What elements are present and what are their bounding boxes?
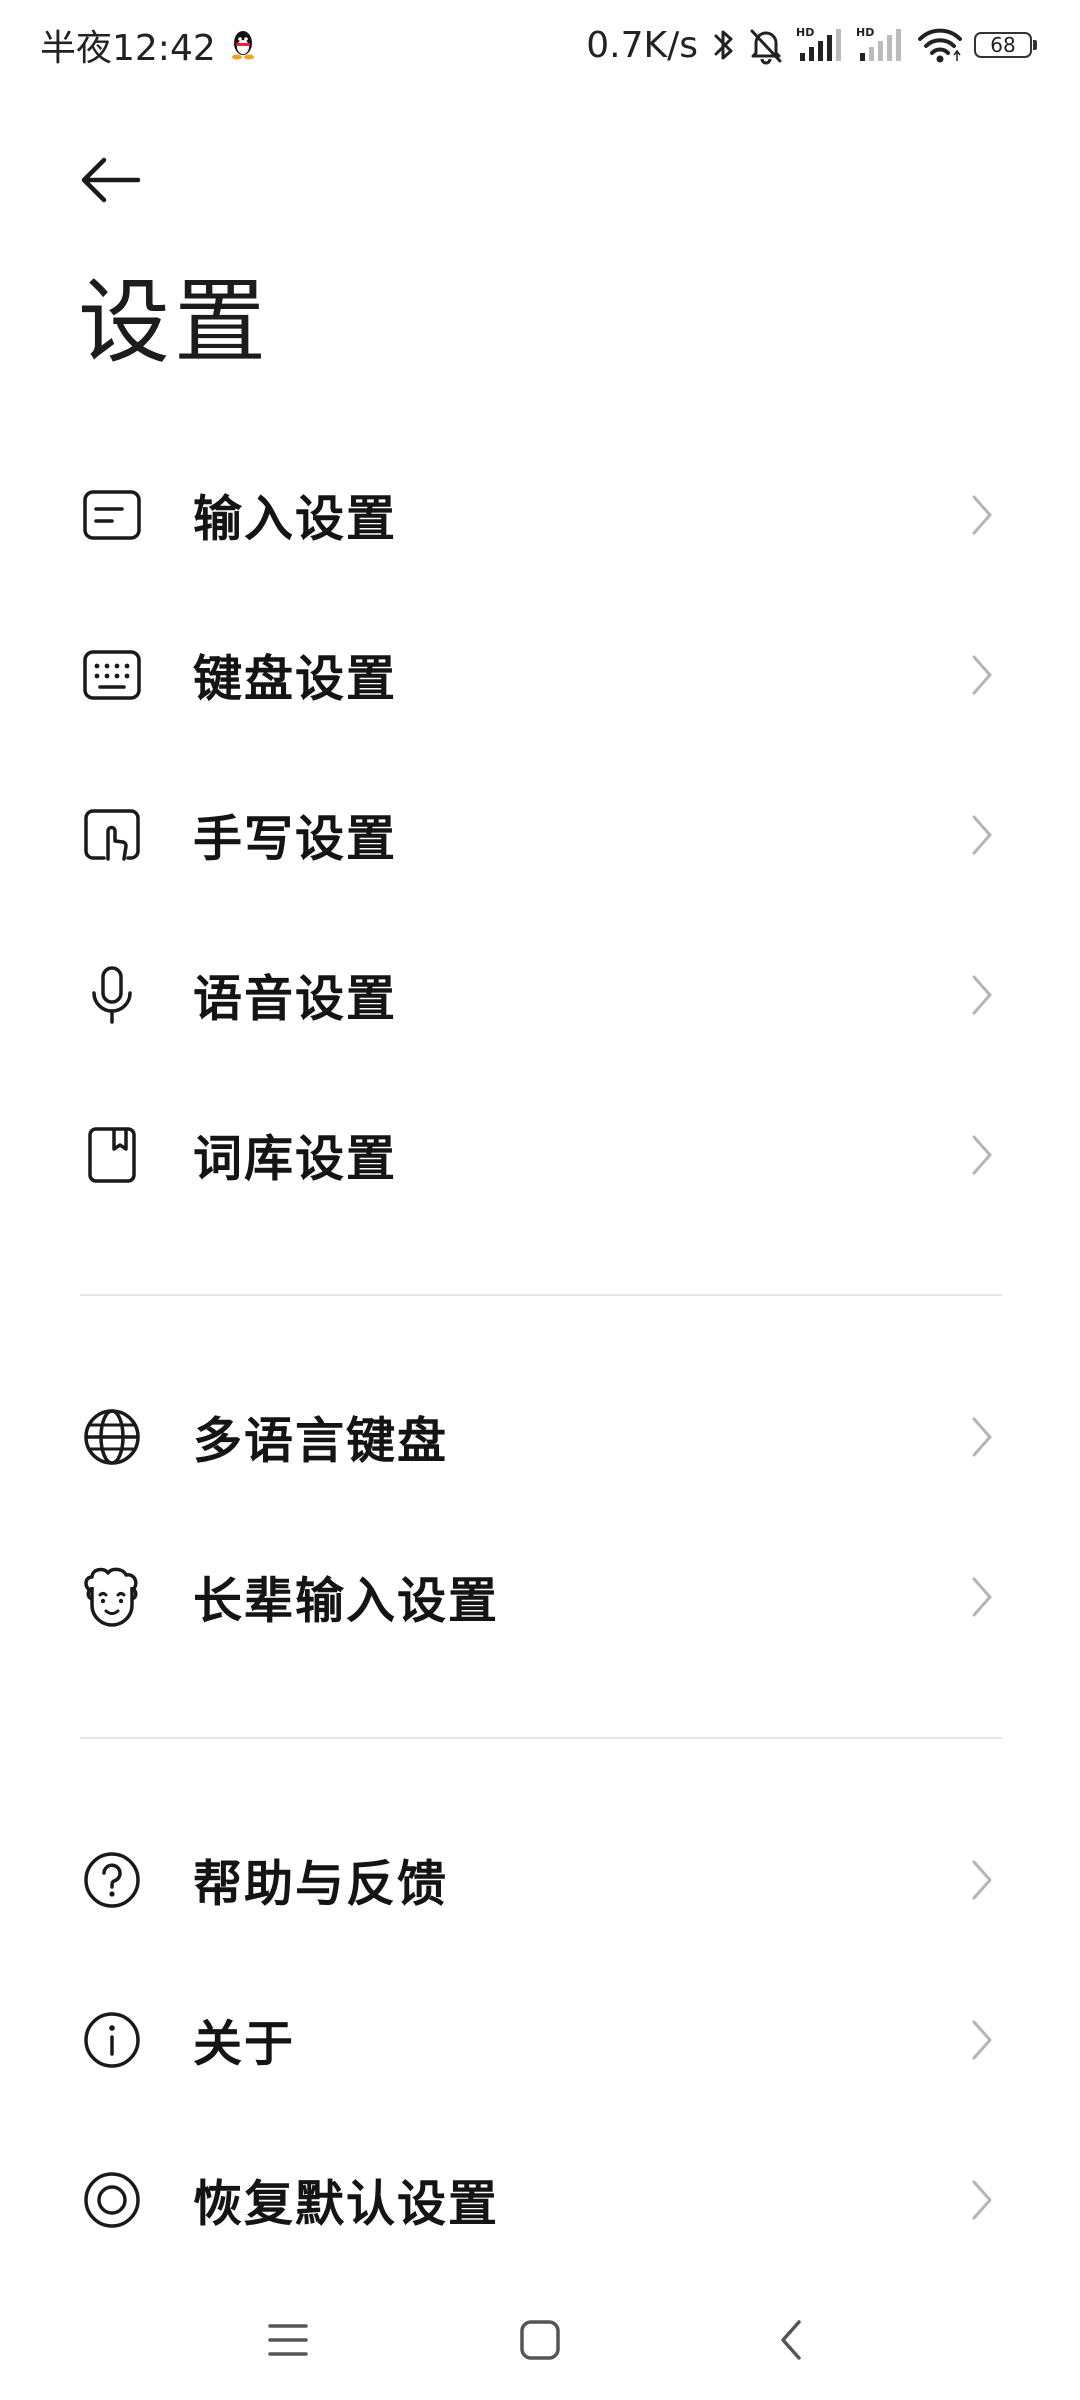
question-circle-icon — [80, 1848, 144, 1912]
input-box-icon — [80, 483, 144, 547]
bluetooth-icon — [714, 30, 733, 60]
status-time: 半夜12:42 — [40, 28, 216, 69]
menu-item-label: 输入设置 — [193, 490, 398, 548]
elder-face-icon — [80, 1565, 144, 1629]
home-square-icon — [520, 2320, 560, 2360]
chevron-right-icon — [962, 1412, 1002, 1462]
menu-item-label: 词库设置 — [193, 1130, 398, 1188]
page-title: 设置 — [78, 269, 271, 376]
menu-item-help-feedback[interactable]: 帮助与反馈 — [0, 1800, 1080, 1960]
menu-item-label: 帮助与反馈 — [193, 1855, 449, 1913]
menu-item-label: 关于 — [193, 2015, 296, 2073]
menu-item-label: 恢复默认设置 — [193, 2175, 500, 2233]
chevron-right-icon — [962, 1855, 1002, 1905]
navigation-bar — [0, 2270, 1080, 2400]
menu-item-keyboard-settings[interactable]: 键盘设置 — [0, 595, 1080, 755]
home-button[interactable] — [500, 2300, 580, 2380]
book-icon — [80, 1123, 144, 1187]
chevron-right-icon — [962, 970, 1002, 1020]
chevron-right-icon — [962, 490, 1002, 540]
menu-lines-icon — [268, 2324, 308, 2356]
keyboard-icon — [80, 643, 144, 707]
qq-icon — [231, 31, 254, 60]
status-bar: 半夜12:42 0.7K/s HD HD 68 — [0, 0, 1080, 90]
recent-apps-button[interactable] — [248, 2300, 328, 2380]
chevron-right-icon — [962, 2175, 1002, 2225]
menu-item-input-settings[interactable]: 输入设置 — [0, 435, 1080, 595]
chevron-right-icon — [962, 2015, 1002, 2065]
chevron-right-icon — [962, 1130, 1002, 1180]
svg-text:HD: HD — [856, 26, 874, 39]
menu-item-label: 多语言键盘 — [193, 1412, 449, 1470]
menu-item-handwriting-settings[interactable]: 手写设置 — [0, 755, 1080, 915]
menu-item-label: 键盘设置 — [193, 650, 398, 708]
handwriting-icon — [80, 803, 144, 867]
menu-item-restore-defaults[interactable]: 恢复默认设置 — [0, 2120, 1080, 2280]
divider — [80, 1294, 1002, 1296]
back-button[interactable] — [70, 140, 150, 220]
chevron-right-icon — [962, 650, 1002, 700]
menu-item-lexicon-settings[interactable]: 词库设置 — [0, 1075, 1080, 1235]
menu-item-label: 手写设置 — [193, 810, 398, 868]
chevron-right-icon — [962, 1572, 1002, 1622]
menu-item-voice-settings[interactable]: 语音设置 — [0, 915, 1080, 1075]
wifi-icon — [918, 28, 962, 63]
back-chevron-icon — [781, 2320, 801, 2360]
restore-circle-icon — [80, 2168, 144, 2232]
chevron-right-icon — [962, 810, 1002, 860]
info-circle-icon — [80, 2008, 144, 2072]
hd-signal-icon: HD — [856, 26, 901, 61]
battery-icon: 68 — [974, 30, 1038, 60]
globe-icon — [80, 1405, 144, 1469]
svg-text:HD: HD — [796, 26, 814, 39]
menu-item-multilingual-keyboard[interactable]: 多语言键盘 — [0, 1357, 1080, 1517]
back-nav-button[interactable] — [752, 2300, 832, 2380]
network-speed: 0.7K/s — [586, 24, 698, 66]
menu-item-about[interactable]: 关于 — [0, 1960, 1080, 2120]
divider — [80, 1737, 1002, 1739]
menu-item-label: 长辈输入设置 — [193, 1572, 500, 1630]
menu-item-elder-input-settings[interactable]: 长辈输入设置 — [0, 1517, 1080, 1677]
mute-bell-icon — [750, 29, 782, 65]
arrow-left-icon — [81, 157, 141, 203]
battery-level: 68 — [974, 32, 1032, 58]
hd-signal-icon: HD — [796, 26, 841, 61]
microphone-icon — [80, 963, 144, 1027]
menu-item-label: 语音设置 — [193, 970, 398, 1028]
